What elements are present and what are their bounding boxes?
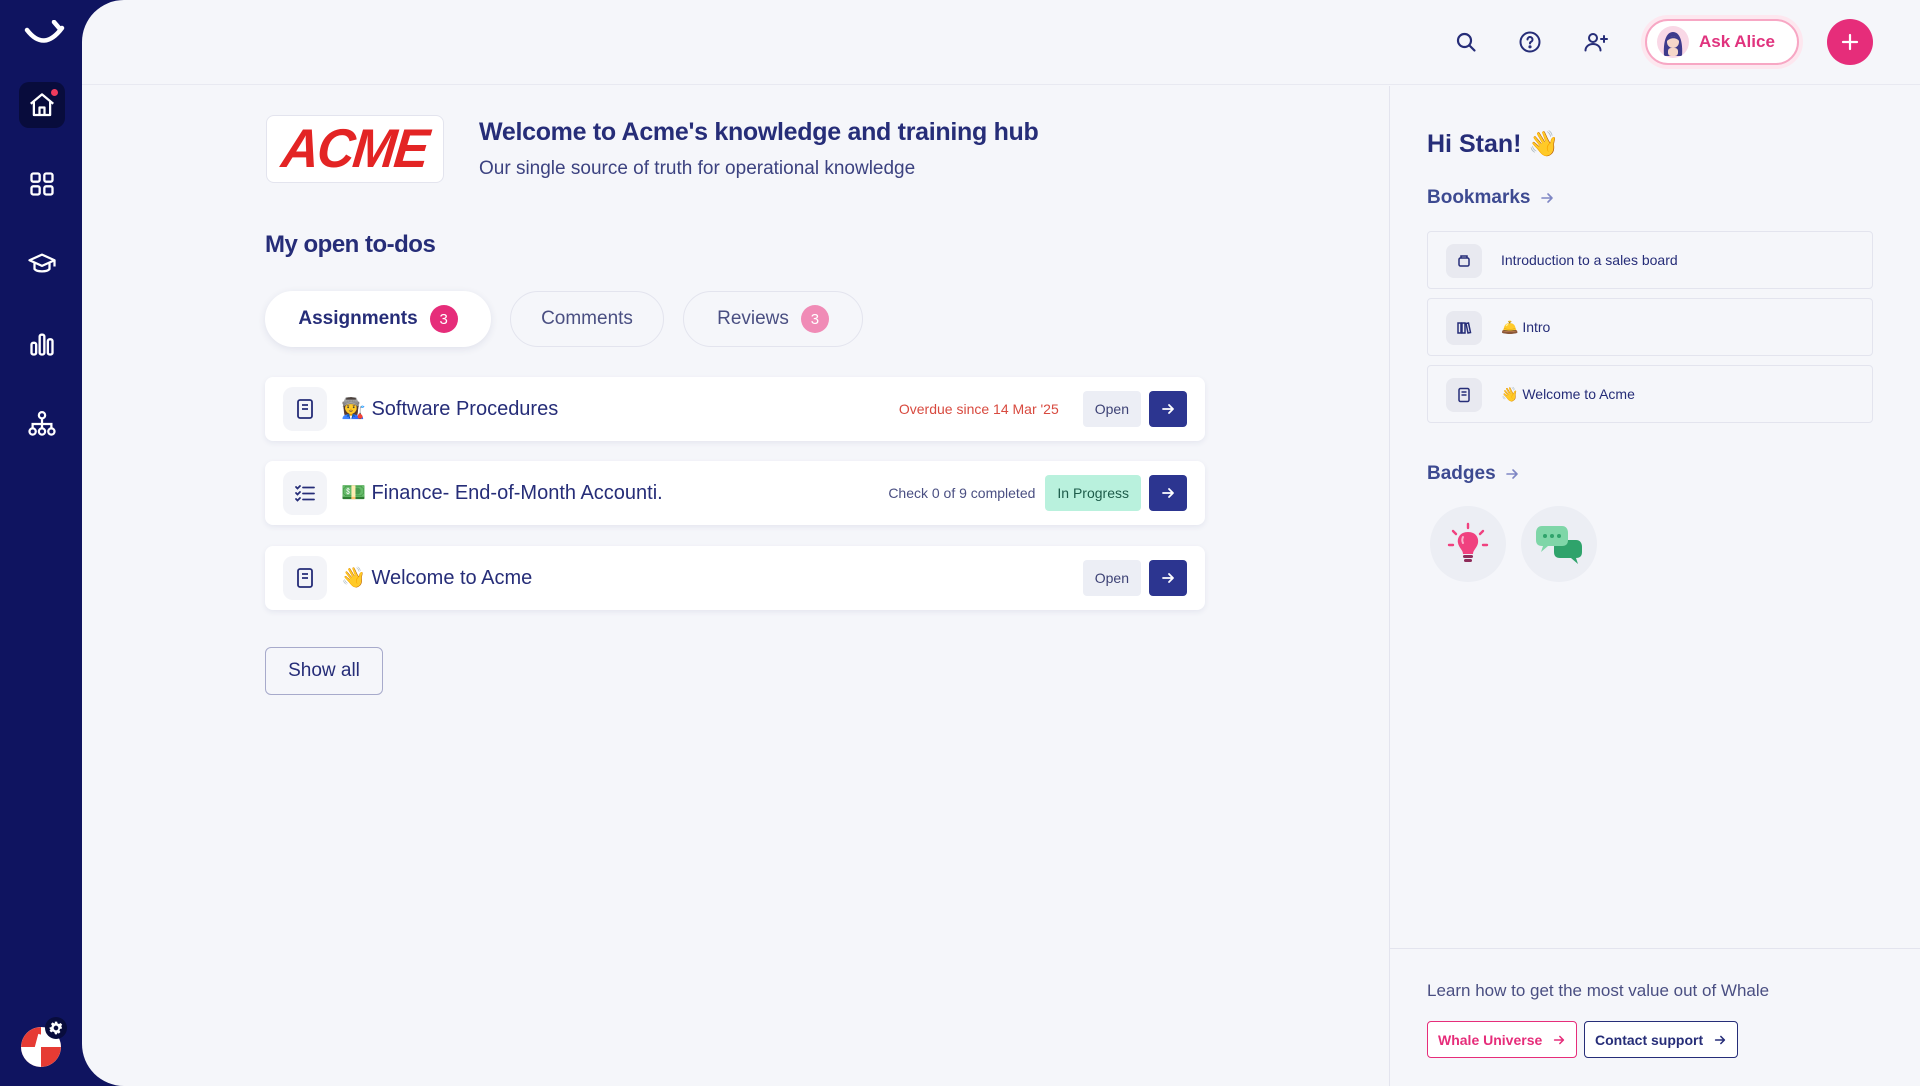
bookmark-item[interactable]: 👋 Welcome to Acme [1427, 365, 1873, 423]
todos-heading: My open to-dos [265, 231, 436, 258]
sidebar [0, 0, 82, 1086]
alice-avatar [1657, 26, 1689, 58]
status-badge: Open [1082, 560, 1141, 596]
ask-alice-label: Ask Alice [1699, 32, 1775, 51]
checklist-progress-text: Check 0 of 9 completed [888, 485, 1036, 501]
todo-item[interactable]: 💵 Finance- End-of-Month Accounti. Check … [265, 461, 1205, 525]
grid-icon [30, 172, 54, 196]
whale-universe-button[interactable]: Whale Universe [1427, 1021, 1578, 1058]
tab-label: Reviews [717, 308, 789, 329]
chat-bubbles-badge-icon[interactable] [1521, 506, 1597, 582]
show-all-button[interactable]: Show all [265, 647, 383, 695]
bookmark-label: 🛎️ Intro [1501, 319, 1551, 335]
count-badge: 3 [800, 305, 829, 333]
document-icon [283, 387, 327, 431]
bookmark-label: Introduction to a sales board [1501, 252, 1678, 268]
tab-comments[interactable]: Comments [510, 291, 664, 347]
tab-reviews[interactable]: Reviews 3 [683, 291, 863, 347]
bookmark-item[interactable]: 🛎️ Intro [1427, 298, 1873, 356]
badges-link[interactable]: Badges [1427, 463, 1520, 485]
arrow-right-icon [1505, 469, 1518, 479]
page-title: Welcome to Acme's knowledge and training… [479, 118, 1039, 146]
bookmark-item[interactable]: Introduction to a sales board [1427, 231, 1873, 289]
arrow-right-icon [1162, 488, 1174, 498]
tab-label: Assignments [298, 308, 418, 329]
todo-title: 👩‍🏭 Software Procedures [341, 398, 559, 420]
todo-actions: Open [1082, 560, 1187, 596]
right-panel: Hi Stan! 👋 Bookmarks Introduction to a s… [1389, 86, 1920, 1086]
bar-chart-icon [30, 333, 54, 356]
ask-alice-button[interactable]: Ask Alice [1645, 19, 1799, 65]
notification-dot [50, 88, 59, 97]
bookmark-label: 👋 Welcome to Acme [1501, 386, 1635, 402]
arrow-right-icon [1540, 193, 1553, 203]
top-bar: Ask Alice [82, 0, 1920, 85]
page-subtitle: Our single source of truth for operation… [479, 158, 916, 179]
todo-item[interactable]: 👋 Welcome to Acme Open [265, 546, 1205, 610]
search-button[interactable] [1448, 24, 1484, 60]
help-footer: Learn how to get the most value out of W… [1390, 948, 1920, 1086]
org-chart-icon [28, 411, 56, 436]
help-button[interactable] [1512, 24, 1548, 60]
smile-logo-icon[interactable] [24, 19, 66, 50]
status-badge: Open [1082, 391, 1141, 427]
todo-title: 👋 Welcome to Acme [341, 567, 533, 589]
document-icon [1446, 378, 1482, 412]
company-logo: ACME [266, 115, 444, 183]
board-icon [1446, 244, 1482, 278]
add-user-icon [1584, 33, 1608, 52]
create-button[interactable] [1827, 19, 1873, 65]
todo-actions: Check 0 of 9 completed In Progress [888, 475, 1187, 511]
tab-assignments[interactable]: Assignments 3 [265, 291, 491, 347]
todo-item[interactable]: 👩‍🏭 Software Procedures Overdue since 14… [265, 377, 1205, 441]
checklist-icon [283, 471, 327, 515]
graduation-cap-icon [28, 253, 56, 273]
arrow-right-icon [1162, 404, 1174, 414]
count-badge: 3 [429, 305, 458, 333]
open-todo-button[interactable] [1149, 391, 1187, 427]
sidebar-item-training[interactable] [19, 241, 65, 287]
main-canvas: Ask Alice ACME Welcome to Acme's knowled… [82, 0, 1920, 1086]
invite-user-button[interactable] [1578, 24, 1614, 60]
document-icon [283, 556, 327, 600]
todo-title: 💵 Finance- End-of-Month Accounti. [341, 482, 663, 504]
library-icon [1446, 311, 1482, 345]
gear-icon[interactable] [45, 1017, 67, 1039]
help-icon [1519, 31, 1541, 53]
lightbulb-badge-icon[interactable] [1430, 506, 1506, 582]
open-todo-button[interactable] [1149, 560, 1187, 596]
plus-icon [1841, 33, 1859, 51]
tab-label: Comments [541, 308, 633, 329]
todo-actions: Overdue since 14 Mar '25 Open [899, 391, 1187, 427]
sidebar-item-org-chart[interactable] [19, 401, 65, 447]
sidebar-item-apps[interactable] [19, 161, 65, 207]
bookmarks-link[interactable]: Bookmarks [1427, 187, 1555, 209]
arrow-right-icon [1714, 1035, 1726, 1044]
learn-text: Learn how to get the most value out of W… [1427, 981, 1770, 1000]
search-icon [1456, 32, 1476, 52]
sidebar-item-analytics[interactable] [19, 321, 65, 367]
contact-support-button[interactable]: Contact support [1584, 1021, 1739, 1058]
sidebar-item-home[interactable] [19, 82, 65, 128]
arrow-right-icon [1554, 1035, 1565, 1044]
status-badge: In Progress [1045, 475, 1141, 511]
arrow-right-icon [1162, 573, 1174, 583]
overdue-text: Overdue since 14 Mar '25 [898, 401, 1059, 417]
open-todo-button[interactable] [1149, 475, 1187, 511]
greeting: Hi Stan! 👋 [1427, 130, 1560, 158]
